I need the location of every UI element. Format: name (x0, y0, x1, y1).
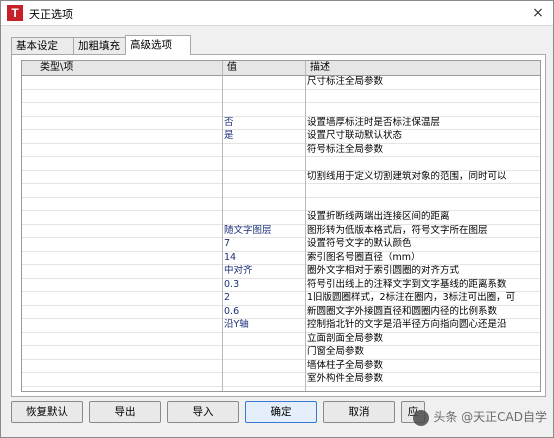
option-description: 门窗全局参数 (307, 346, 365, 357)
column-divider[interactable] (305, 61, 306, 391)
option-value[interactable]: 沿Y轴 (224, 319, 302, 332)
option-description: 索引图名号圈直径（mm） (307, 251, 421, 263)
option-value[interactable]: 14 (224, 252, 302, 265)
title-bar[interactable]: T 天正选项 × (1, 1, 553, 26)
tab-advanced-options[interactable]: 高级选项 (125, 35, 191, 55)
tab-panel: 类型\项 值 描述 −尺寸标注尺寸标注全局参数+角度圆弧尺寸+直线尺寸墙厚标注时… (11, 54, 546, 397)
header-description[interactable]: 描述 (310, 61, 330, 75)
option-description: 设置符号文字的默认颜色 (307, 238, 412, 249)
table-row[interactable]: −尺寸标注尺寸标注全局参数 (22, 76, 540, 90)
option-description: 设置折断线两端出连接区间的距离 (307, 211, 450, 222)
grid-header: 类型\项 值 描述 (22, 61, 540, 76)
option-description: 1旧版圆圈样式，2标注在圈内，3标注可出圈，可 (307, 292, 516, 303)
close-icon[interactable]: × (529, 4, 547, 22)
options-grid: 类型\项 值 描述 −尺寸标注尺寸标注全局参数+角度圆弧尺寸+直线尺寸墙厚标注时… (21, 60, 541, 392)
cancel-button[interactable]: 取消 (323, 401, 395, 423)
option-description: 立面剖面全局参数 (307, 332, 384, 344)
option-description: 尺寸标注全局参数 (307, 76, 384, 87)
option-value[interactable]: 0.3 (224, 279, 302, 292)
table-row[interactable]: +断面、剖面剖切符号 (22, 184, 540, 198)
option-description: 设置墙厚标注时是否标注保温层 (307, 116, 441, 128)
restore-default-button[interactable]: 恢复默认 (11, 401, 83, 423)
table-row[interactable]: 符号文字导出图层随文字图层图形转为低版本格式后，符号文字所在图层 (22, 224, 540, 238)
tab-bold-fill[interactable]: 加粗填充 (73, 37, 133, 54)
option-value[interactable]: 是 (224, 130, 302, 143)
table-row[interactable]: +直线尺寸 (22, 103, 540, 117)
table-row[interactable]: 索引图名圈外文字对齐方式中对齐圈外文字相对于索引圆圈的对齐方式 (22, 265, 540, 279)
ok-button[interactable]: 确定 (245, 401, 317, 423)
export-button[interactable]: 导出 (89, 401, 161, 423)
option-value[interactable]: 2 (224, 292, 302, 305)
table-row[interactable]: +索引符号 (22, 198, 540, 211)
option-description: 设置尺寸联动默认状态 (307, 130, 403, 141)
option-description: 符号标注全局参数 (307, 143, 384, 155)
table-row[interactable]: +墙柱墙体柱子全局参数 (22, 359, 540, 373)
option-description: 墙体柱子全局参数 (307, 359, 384, 371)
option-value[interactable]: 否 (224, 117, 302, 130)
header-type[interactable]: 类型\项 (40, 61, 73, 75)
tangent-t-icon: T (7, 5, 23, 21)
table-row[interactable]: 是否启用尺寸联动是设置尺寸联动默认状态 (22, 130, 540, 144)
table-row[interactable]: +立面剖面立面剖面全局参数 (22, 332, 540, 346)
table-row[interactable]: 文字距基线比例系数0.3符号引出线上的注释文字到文字基线的距离系数 (22, 278, 540, 292)
import-button[interactable]: 导入 (167, 401, 239, 423)
option-value[interactable]: 7 (224, 238, 302, 251)
options-dialog: T 天正选项 × 基本设定 加粗填充 高级选项 类型\项 值 描述 −尺寸标注尺… (0, 0, 554, 438)
table-row[interactable]: −符号标注符号标注全局参数 (22, 143, 540, 157)
table-row[interactable]: 圆圈文字高系数0.6新圆圈文字外接圆直径和圆圈内径的比例系数 (22, 305, 540, 319)
option-value[interactable]: 中对齐 (224, 265, 302, 278)
table-row[interactable]: 符号文字颜色7设置符号文字的默认颜色 (22, 238, 540, 252)
option-description: 圈外文字相对于索引圆圈的对齐方式 (307, 265, 460, 276)
grid-rows: −尺寸标注尺寸标注全局参数+角度圆弧尺寸+直线尺寸墙厚标注时标注保温层否设置墙厚… (22, 76, 540, 387)
watermark-text: 头条 @天正CAD自学 (433, 410, 547, 424)
table-row[interactable]: +带折断切割线切割线用于定义切割建筑对象的范围，同时可以 (22, 170, 540, 184)
table-row[interactable]: +折断线两端出头距离设置折断线两端出连接区间的距离 (22, 211, 540, 225)
header-value[interactable]: 值 (227, 61, 237, 75)
table-row[interactable]: +角度圆弧尺寸 (22, 90, 540, 103)
table-row[interactable]: 指北针文字方向沿Y轴控制指北针的文字是沿半径方向指向圆心还是沿 (22, 319, 540, 333)
option-value[interactable]: 0.6 (224, 306, 302, 319)
option-description: 新圆圈文字外接圆直径和圆圈内径的比例系数 (307, 305, 498, 317)
window-title: 天正选项 (29, 8, 73, 21)
option-description: 切割线用于定义切割建筑对象的范围，同时可以 (307, 170, 507, 182)
table-row[interactable]: 圆圈文字显示样式21旧版圆圈样式，2标注在圈内，3标注可出圈，可 (22, 292, 540, 306)
watermark-logo-icon (413, 409, 430, 426)
column-divider[interactable] (222, 61, 223, 391)
option-description: 室外构件全局参数 (307, 373, 384, 384)
option-description: 图形转为低版本格式后，符号文字所在图层 (307, 224, 488, 236)
option-description: 符号引出线上的注释文字到文字基线的距离系数 (307, 278, 507, 290)
tab-basic-settings[interactable]: 基本设定 (11, 37, 77, 54)
table-row[interactable]: +标高标注 (22, 157, 540, 171)
table-row[interactable]: 墙厚标注时标注保温层否设置墙厚标注时是否标注保温层 (22, 116, 540, 130)
table-row[interactable]: 索引图名号圈直径14索引图名号圈直径（mm） (22, 251, 540, 265)
watermark: 头条 @天正CAD自学 (413, 408, 547, 426)
table-row[interactable]: +门窗门窗全局参数 (22, 346, 540, 360)
table-row[interactable]: +室外构件室外构件全局参数 (22, 373, 540, 387)
option-description: 控制指北针的文字是沿半径方向指向圆心还是沿 (307, 319, 507, 330)
option-value[interactable]: 随文字图层 (224, 225, 302, 238)
